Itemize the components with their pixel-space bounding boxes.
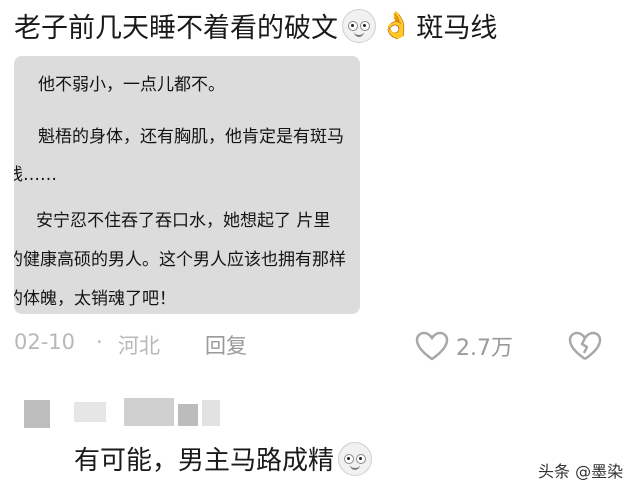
ok-hand-icon: 👌 (380, 10, 413, 41)
image-text-line: 线…… (14, 165, 57, 185)
broken-heart-icon[interactable] (568, 331, 602, 361)
reply-text: 有可能，男主马路成精 (74, 440, 373, 477)
avatar (24, 400, 50, 428)
comment-date: 02-10 (14, 330, 76, 354)
grin-face-icon (342, 8, 376, 43)
blurred-username (74, 402, 106, 422)
image-text-line: 的体魄，太销魂了吧！ (14, 289, 176, 309)
blurred-username (178, 404, 198, 426)
image-text-line: 安宁忍不住吞了吞口水，她想起了 片里 (36, 211, 331, 231)
like-count: 2.7万 (456, 336, 513, 361)
blurred-username (124, 398, 174, 426)
reply-body: 有可能，男主马路成精 (74, 446, 335, 476)
heart-icon[interactable] (415, 331, 449, 361)
comment-tail: 斑马线 (416, 13, 498, 44)
watermark: 头条 @墨染 (538, 462, 624, 481)
comment-body: 老子前几天睡不着看的破文 (14, 13, 338, 44)
grin-face-icon (338, 441, 373, 476)
image-text-line: 他不弱小，一点儿都不。 (38, 75, 225, 95)
image-text-line: 的健康高硕的男人。这个男人应该也拥有那样 (14, 250, 346, 270)
comment-location: 河北 (118, 334, 160, 358)
image-text-line: 魁梧的身体，还有胸肌，他肯定是有斑马 (38, 127, 344, 147)
screenshot-image[interactable]: 他不弱小，一点儿都不。 魁梧的身体，还有胸肌，他肯定是有斑马 线…… 安宁忍不住… (14, 56, 360, 314)
reply-button[interactable]: 回复 (205, 330, 247, 360)
meta-separator: · (96, 330, 103, 354)
comment-text: 老子前几天睡不着看的破文 👌 斑马线 (14, 6, 497, 45)
blurred-username (202, 400, 220, 426)
